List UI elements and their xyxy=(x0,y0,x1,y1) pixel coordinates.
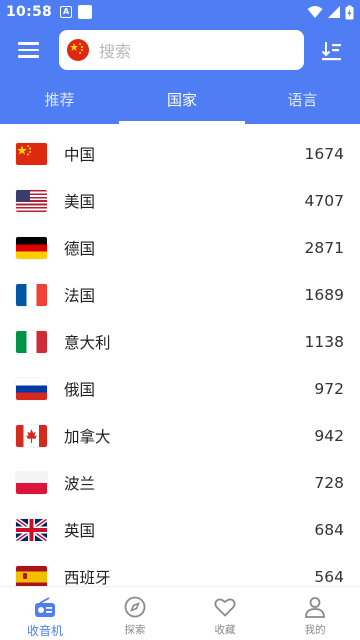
country-name: 俄国 xyxy=(64,380,96,399)
search-input[interactable]: 搜索 xyxy=(59,30,304,70)
country-row-canada[interactable]: 加拿大 942 xyxy=(0,412,360,459)
country-name: 中国 xyxy=(64,145,96,164)
compass-icon xyxy=(124,596,146,618)
country-name: 德国 xyxy=(64,239,96,258)
country-name: 加拿大 xyxy=(64,427,111,446)
menu-icon-line xyxy=(18,48,39,51)
station-count: 684 xyxy=(314,520,344,539)
country-name: 意大利 xyxy=(64,333,111,352)
tab-country[interactable]: 国家 xyxy=(119,78,245,124)
notification-square-icon xyxy=(78,5,93,19)
search-placeholder: 搜索 xyxy=(99,42,132,61)
station-count: 1689 xyxy=(304,285,344,304)
wifi-icon xyxy=(307,6,323,18)
app-header: 搜索 xyxy=(0,24,360,78)
country-name: 英国 xyxy=(64,521,96,540)
country-name: 西班牙 xyxy=(64,568,111,587)
signal-icon xyxy=(328,6,340,18)
heart-icon xyxy=(214,598,236,617)
station-count: 4707 xyxy=(304,191,344,210)
sort-button[interactable] xyxy=(320,39,344,63)
spain-flag-icon xyxy=(16,565,47,586)
country-row-italy[interactable]: 意大利 1138 xyxy=(0,318,360,365)
country-row-russia[interactable]: 俄国 972 xyxy=(0,365,360,412)
nav-favorites[interactable]: 收藏 xyxy=(180,587,270,640)
russia-flag-icon xyxy=(16,377,47,400)
station-count: 2871 xyxy=(304,238,344,257)
radio-icon xyxy=(35,597,55,617)
tab-bar: 推荐 国家 语言 xyxy=(0,78,360,124)
country-name: 美国 xyxy=(64,192,96,211)
uk-flag-icon xyxy=(16,518,47,541)
status-time: 10:58 xyxy=(6,4,53,20)
france-flag-icon xyxy=(16,283,47,306)
country-row-poland[interactable]: 波兰 728 xyxy=(0,459,360,506)
nav-explore[interactable]: 探索 xyxy=(90,587,180,640)
germany-flag-icon xyxy=(16,236,47,259)
menu-button[interactable] xyxy=(16,38,42,64)
station-count: 1138 xyxy=(304,332,344,351)
country-row-spain[interactable]: 西班牙 564 xyxy=(0,553,360,586)
bottom-nav: 收音机 探索 收藏 我的 xyxy=(0,586,360,640)
nav-radio[interactable]: 收音机 xyxy=(0,587,90,640)
country-row-france[interactable]: 法国 1689 xyxy=(0,271,360,318)
poland-flag-icon xyxy=(16,471,47,494)
china-flag-icon xyxy=(16,142,47,165)
notification-a-icon: A xyxy=(60,6,73,18)
nav-label: 我的 xyxy=(304,624,326,636)
person-icon xyxy=(305,597,325,618)
china-flag-icon xyxy=(67,39,89,61)
nav-label: 收音机 xyxy=(26,624,63,638)
country-name: 法国 xyxy=(64,286,96,305)
canada-flag-icon xyxy=(16,424,47,447)
station-count: 564 xyxy=(314,567,344,586)
nav-label: 探索 xyxy=(124,624,146,636)
country-row-usa[interactable]: 美国 4707 xyxy=(0,177,360,224)
sort-icon xyxy=(321,42,341,61)
menu-icon-line xyxy=(18,42,39,45)
menu-icon-line xyxy=(18,55,39,58)
station-count: 728 xyxy=(314,473,344,492)
italy-flag-icon xyxy=(16,330,47,353)
country-list: 中国 1674 美国 4707 德国 2871 法国 1689 意大利 1138… xyxy=(0,130,360,586)
station-count: 942 xyxy=(314,426,344,445)
usa-flag-icon xyxy=(16,189,47,212)
country-name: 波兰 xyxy=(64,474,96,493)
nav-profile[interactable]: 我的 xyxy=(270,587,360,640)
status-bar: 10:58 A xyxy=(0,0,360,24)
country-row-uk[interactable]: 英国 684 xyxy=(0,506,360,553)
country-row-germany[interactable]: 德国 2871 xyxy=(0,224,360,271)
battery-icon xyxy=(345,5,354,19)
tab-language[interactable]: 语言 xyxy=(245,78,360,124)
nav-label: 收藏 xyxy=(214,624,236,636)
station-count: 1674 xyxy=(304,144,344,163)
station-count: 972 xyxy=(314,379,344,398)
country-row-china[interactable]: 中国 1674 xyxy=(0,130,360,177)
tab-recommend[interactable]: 推荐 xyxy=(0,78,119,124)
